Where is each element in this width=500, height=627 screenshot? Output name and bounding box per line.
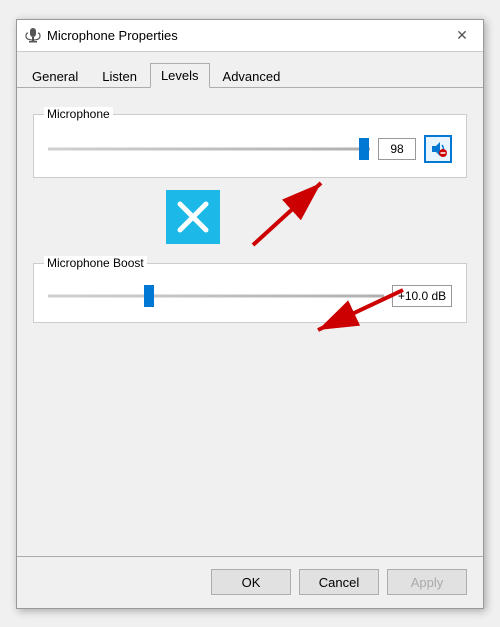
close-button[interactable]: ✕ <box>449 22 475 48</box>
microphone-value-box: 98 <box>378 138 416 160</box>
window-title: Microphone Properties <box>47 28 449 43</box>
mute-button[interactable] <box>424 135 452 163</box>
boost-section-label: Microphone Boost <box>44 256 147 270</box>
footer: OK Cancel Apply <box>17 556 483 608</box>
annotation-area <box>33 190 467 255</box>
tab-content: Microphone 98 <box>17 88 483 556</box>
microphone-track-wrapper <box>48 137 370 161</box>
microphone-section-label: Microphone <box>44 107 113 121</box>
cancel-button[interactable]: Cancel <box>299 569 379 595</box>
tab-listen[interactable]: Listen <box>91 64 148 88</box>
microphone-track-line <box>48 147 370 150</box>
microphone-properties-window: Microphone Properties ✕ General Listen L… <box>16 19 484 609</box>
tab-bar: General Listen Levels Advanced <box>17 52 483 88</box>
tab-levels[interactable]: Levels <box>150 63 210 88</box>
x-mark-icon <box>176 200 210 234</box>
boost-arrow-area <box>33 325 467 355</box>
boost-thumb[interactable] <box>144 285 154 307</box>
apply-button[interactable]: Apply <box>387 569 467 595</box>
tab-general[interactable]: General <box>21 64 89 88</box>
microphone-section: Microphone 98 <box>33 114 467 178</box>
microphone-thumb[interactable] <box>359 138 369 160</box>
ok-button[interactable]: OK <box>211 569 291 595</box>
annotation-box <box>166 190 220 244</box>
microphone-slider-row: 98 <box>48 135 452 163</box>
tab-advanced[interactable]: Advanced <box>212 64 292 88</box>
window-icon <box>25 27 41 43</box>
boost-red-arrow <box>293 285 413 340</box>
title-bar: Microphone Properties ✕ <box>17 20 483 52</box>
